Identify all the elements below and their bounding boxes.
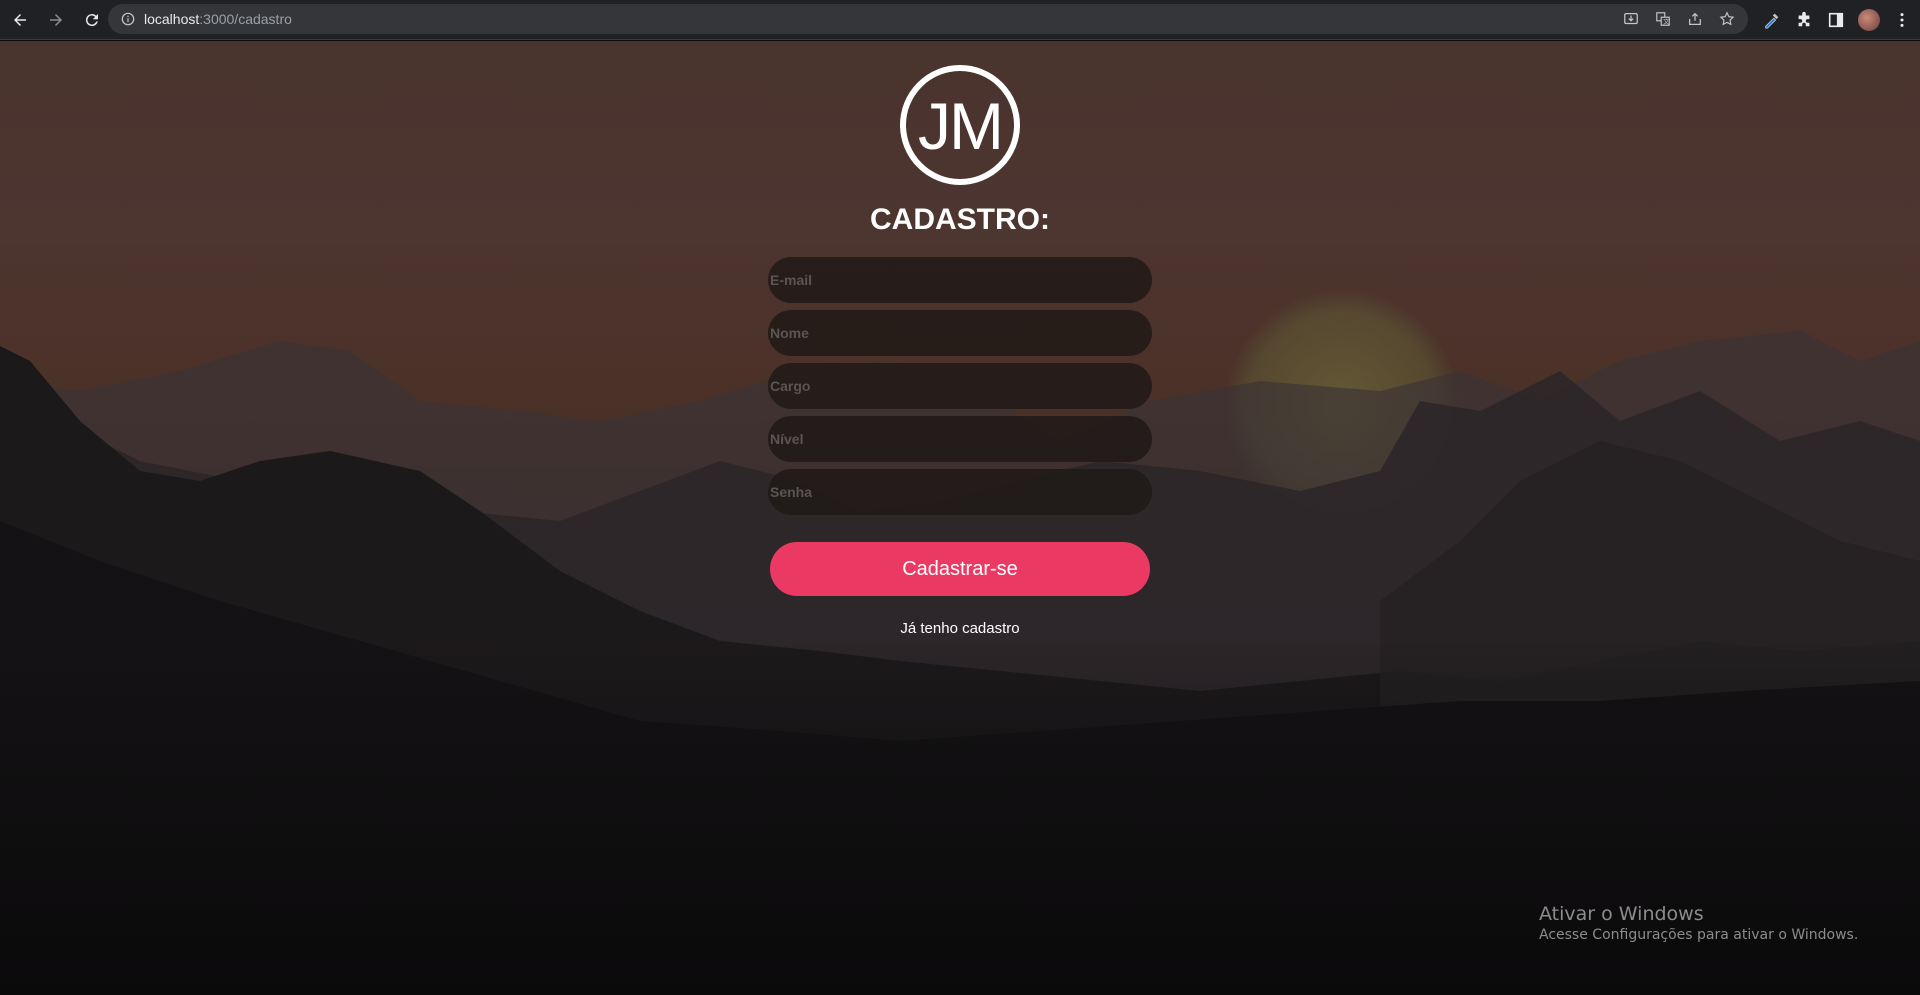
reload-button[interactable] [76, 4, 108, 36]
forward-icon [50, 13, 62, 26]
url-host: localhost [144, 11, 200, 27]
back-button[interactable] [4, 4, 36, 36]
url-text[interactable]: localhost:3000/cadastro [144, 11, 292, 27]
reload-icon [85, 13, 98, 26]
info-icon[interactable] [120, 11, 136, 27]
browser-toolbar: localhost:3000/cadastro 文 [0, 0, 1920, 40]
already-registered-link[interactable]: Já tenho cadastro [760, 620, 1160, 637]
install-icon[interactable] [1622, 10, 1640, 28]
watermark-subtitle: Acesse Configurações para ativar o Windo… [1539, 927, 1859, 943]
back-icon [14, 13, 26, 26]
register-button[interactable]: Cadastrar-se [770, 542, 1150, 596]
share-icon[interactable] [1686, 10, 1704, 28]
url-path: :3000/cadastro [199, 11, 292, 27]
level-field[interactable] [768, 416, 1152, 462]
password-field[interactable] [768, 469, 1152, 515]
name-field[interactable] [768, 310, 1152, 356]
forward-button[interactable] [40, 4, 72, 36]
page-title: CADASTRO: [870, 203, 1050, 236]
logo-text: JM [918, 89, 1004, 163]
menu-icon[interactable] [1892, 10, 1912, 30]
windows-activation-watermark: Ativar o Windows Acesse Configurações pa… [1539, 903, 1858, 943]
svg-text:文: 文 [1663, 18, 1670, 26]
jm-logo: JM [900, 65, 1020, 185]
extensions-icon[interactable] [1794, 10, 1814, 30]
translate-icon[interactable]: 文 [1654, 10, 1672, 28]
email-field[interactable] [768, 257, 1152, 303]
role-field[interactable] [768, 363, 1152, 409]
profile-avatar[interactable] [1858, 9, 1880, 31]
page-viewport: JM CADASTRO: Cadastrar-se Já tenho cadas… [0, 41, 1920, 995]
bookmark-star-icon[interactable] [1718, 10, 1736, 28]
eyedropper-icon[interactable] [1762, 10, 1782, 30]
watermark-title: Ativar o Windows [1539, 903, 1704, 925]
address-bar[interactable]: localhost:3000/cadastro 文 [108, 4, 1748, 34]
side-panel-icon[interactable] [1826, 10, 1846, 30]
